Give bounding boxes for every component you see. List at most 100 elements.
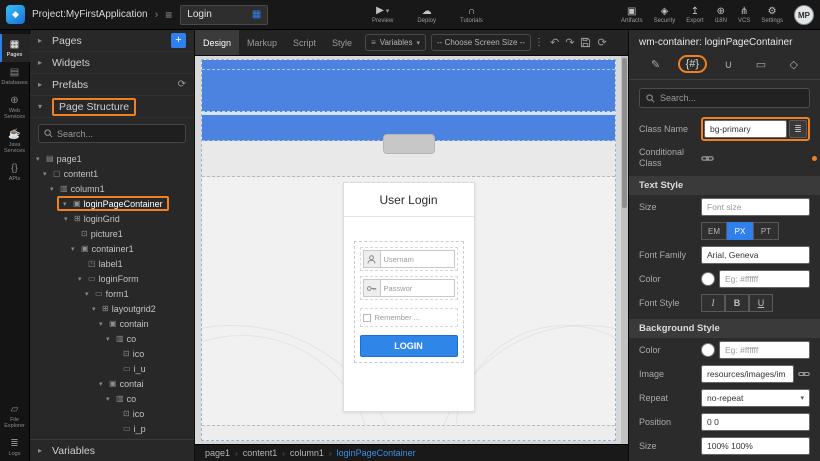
redo-icon[interactable]: ↷	[565, 36, 574, 49]
tree-item-label1[interactable]: ◳label1	[30, 256, 194, 271]
wavemaker-logo-icon[interactable]: ◆	[6, 5, 25, 24]
sidebar-section-prefabs[interactable]: ▸ Prefabs ⟳	[30, 74, 194, 96]
tree-item-container[interactable]: ▾▣contain	[30, 316, 194, 331]
chevron-down-icon[interactable]: ▾	[99, 320, 106, 328]
variables-dropdown[interactable]: ≡ Variables ▾	[365, 34, 426, 51]
events-tab-icon[interactable]: ∪	[718, 57, 738, 72]
breadcrumb-page1[interactable]: page1	[205, 448, 230, 458]
nav-strip-widget[interactable]	[202, 141, 615, 177]
chevron-right-icon[interactable]: ▸	[38, 446, 46, 455]
login-page-container-widget[interactable]: User Login	[201, 59, 616, 441]
property-search[interactable]	[639, 88, 810, 108]
tree-item-column[interactable]: ▾▥co	[30, 391, 194, 406]
bind-link-icon[interactable]	[701, 152, 714, 165]
rail-item-web-services[interactable]: ⊕ Web Services	[0, 90, 30, 124]
text-color-input[interactable]	[719, 270, 810, 288]
settings-button[interactable]: ⚙ Settings	[761, 7, 783, 24]
canvas-scrollbar[interactable]	[621, 56, 628, 444]
tree-item-loginform[interactable]: ▾▭loginForm	[30, 271, 194, 286]
login-button[interactable]: LOGIN	[360, 335, 458, 357]
nav-toggle-placeholder[interactable]	[383, 134, 435, 154]
unit-pt-button[interactable]: PT	[753, 222, 779, 240]
chevron-right-icon[interactable]: ▸	[38, 36, 46, 45]
tree-item-input-password[interactable]: ▭i_p	[30, 421, 194, 436]
user-avatar[interactable]: MP	[794, 5, 814, 25]
login-card-widget[interactable]: User Login	[343, 182, 475, 412]
tree-item-loginpagecontainer[interactable]: ▾▣loginPageContainer	[30, 196, 194, 211]
underline-button[interactable]: U	[749, 294, 773, 312]
username-input[interactable]	[381, 250, 455, 268]
rail-item-pages[interactable]: ▦ Pages	[0, 34, 30, 62]
unit-px-button[interactable]: PX	[727, 222, 753, 240]
sidebar-section-pages[interactable]: ▸ Pages +	[30, 30, 194, 52]
kebab-menu-icon[interactable]: ⋮	[534, 37, 544, 48]
canvas-scrollbar-thumb[interactable]	[622, 58, 627, 208]
project-name[interactable]: Project:MyFirstApplication	[32, 9, 148, 20]
font-size-input[interactable]	[701, 198, 810, 216]
tab-markup[interactable]: Markup	[239, 30, 285, 56]
tree-item-page1[interactable]: ▾▤page1	[30, 151, 194, 166]
save-icon[interactable]	[580, 37, 591, 48]
chevron-right-icon[interactable]: ▸	[38, 58, 46, 67]
password-input[interactable]	[381, 279, 455, 297]
chevron-down-icon[interactable]: ▾	[43, 170, 50, 178]
font-family-input[interactable]	[701, 246, 810, 264]
artifacts-button[interactable]: ▣ Artifacts	[621, 7, 643, 24]
menu-icon[interactable]: ≡	[165, 8, 172, 22]
export-button[interactable]: ↥ Export	[686, 7, 703, 24]
sidebar-section-widgets[interactable]: ▸ Widgets	[30, 52, 194, 74]
login-form-widget[interactable]: Remember ... LOGIN	[354, 241, 464, 363]
breadcrumb-column1[interactable]: column1	[290, 448, 324, 458]
deploy-button[interactable]: ☁ Deploy	[417, 7, 436, 24]
sidebar-section-page-structure[interactable]: ▾ Page Structure	[30, 96, 194, 118]
bg-image-input[interactable]	[701, 365, 794, 383]
color-swatch[interactable]	[701, 343, 715, 357]
markup-tab-icon[interactable]: ✎	[645, 57, 666, 72]
chevron-down-icon[interactable]: ▾	[71, 245, 78, 253]
refresh-canvas-icon[interactable]: ⟳	[597, 36, 606, 49]
chevron-down-icon[interactable]: ▾	[36, 155, 43, 163]
chevron-down-icon[interactable]: ▾	[64, 215, 71, 223]
breadcrumb-content1[interactable]: content1	[243, 448, 278, 458]
security-button[interactable]: ◈ Security	[654, 7, 676, 24]
tree-item-container[interactable]: ▾▣contai	[30, 376, 194, 391]
bold-button[interactable]: B	[725, 294, 749, 312]
username-field-row[interactable]	[360, 247, 458, 271]
chevron-down-icon[interactable]: ▾	[106, 335, 113, 343]
undo-icon[interactable]: ↶	[550, 36, 559, 49]
chevron-down-icon[interactable]: ▾	[78, 275, 85, 283]
bg-position-input[interactable]	[701, 413, 810, 431]
vcs-button[interactable]: ⋔ VCS	[738, 7, 750, 24]
bg-repeat-select[interactable]: no-repeat ▾	[701, 389, 810, 407]
security-tab-icon[interactable]: ◇	[784, 57, 804, 72]
password-field-row[interactable]	[360, 276, 458, 300]
rail-item-file-explorer[interactable]: ▱ File Explorer	[0, 399, 30, 433]
bg-color-input[interactable]	[719, 341, 810, 359]
refresh-icon[interactable]: ⟳	[178, 79, 186, 90]
tree-item-icon[interactable]: ⊡ico	[30, 406, 194, 421]
tree-item-picture1[interactable]: ⊡picture1	[30, 226, 194, 241]
tree-item-content1[interactable]: ▾▢content1	[30, 166, 194, 181]
tree-item-column1[interactable]: ▾▥column1	[30, 181, 194, 196]
chevron-down-icon[interactable]: ▾	[92, 305, 99, 313]
class-name-input[interactable]	[704, 120, 787, 138]
page-footer-widget[interactable]	[202, 425, 615, 440]
unit-em-button[interactable]: EM	[701, 222, 727, 240]
design-canvas[interactable]: User Login	[195, 56, 628, 444]
rail-item-apis[interactable]: {} APIs	[0, 158, 30, 186]
chevron-down-icon[interactable]: ▾	[106, 395, 113, 403]
property-search-input[interactable]	[660, 93, 803, 103]
color-swatch[interactable]	[701, 272, 715, 286]
grid-icon[interactable]: ▦	[252, 9, 261, 20]
rail-item-logs[interactable]: ≣ Logs	[0, 433, 30, 461]
structure-search-input[interactable]	[57, 129, 180, 139]
tree-item-input-username[interactable]: ▭i_u	[30, 361, 194, 376]
tree-item-logingrid[interactable]: ▾⊞loginGrid	[30, 211, 194, 226]
chevron-down-icon[interactable]: ▾	[63, 200, 70, 208]
chevron-down-icon[interactable]: ▾	[85, 290, 92, 298]
bg-size-input[interactable]	[701, 437, 810, 455]
page-content-widget[interactable]: User Login	[202, 177, 615, 425]
chevron-down-icon[interactable]: ▾	[99, 380, 106, 388]
remember-me-row[interactable]: Remember ...	[360, 308, 458, 327]
screen-size-dropdown[interactable]: -- Choose Screen Size --	[431, 34, 531, 51]
